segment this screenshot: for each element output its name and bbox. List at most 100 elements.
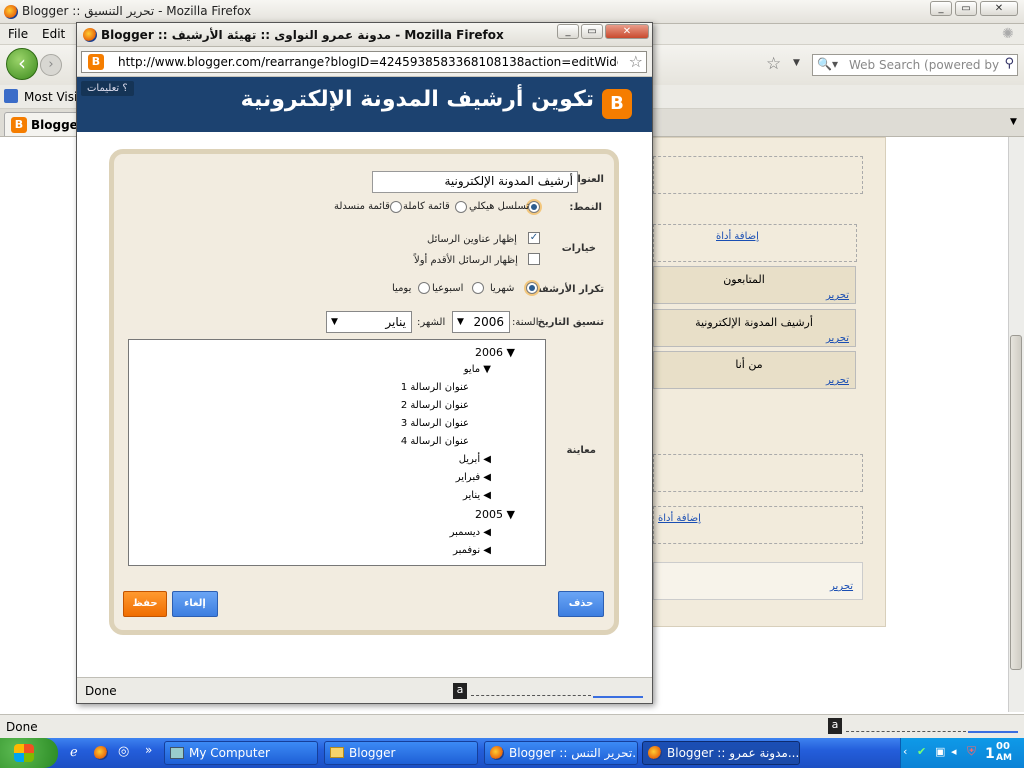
layout-slot [653,454,863,492]
month-text: أبريل [458,454,481,465]
popup-title: Blogger :: مدونة عمرو النواوى :: تهيئة ا… [101,28,504,42]
firefox-icon [648,746,662,760]
gadget-title: من أنا [735,358,763,371]
search-placeholder: Web Search (powered by Go [849,58,999,72]
frequency-label: تكرار الأرشفة [535,284,604,295]
bookmark-star-icon[interactable]: ☆ [629,52,643,71]
style-flat-list-label: قائمة كاملة [403,201,450,212]
tab-blogger[interactable]: B Blogger [4,112,84,136]
minimize-button[interactable]: _ [930,1,952,16]
preview-month-january[interactable]: ◀ يناير [463,490,491,501]
popup-maximize-button[interactable]: ▭ [581,24,603,39]
url-dropdown-icon[interactable]: ▼ [793,58,800,68]
forward-button[interactable]: › [40,54,62,76]
gadget-about-me[interactable]: من أنا تحرير [653,351,856,389]
task-blogger-layout[interactable]: Blogger :: تحرير التنس... [484,741,638,765]
ie-quicklaunch-icon[interactable]: ℯ [70,745,78,760]
style-label: النمط: [569,202,602,213]
task-my-computer[interactable]: My Computer [164,741,318,765]
computer-icon [170,747,184,759]
quicklaunch-icon[interactable]: ◎ [118,744,129,759]
month-select[interactable]: ▼ يناير [326,311,412,333]
tray-expand-icon[interactable]: ‹ [903,745,907,758]
popup-close-button[interactable]: ✕ [605,24,649,39]
preview-post[interactable]: عنوان الرسالة 2 [401,400,469,411]
frequency-monthly-radio[interactable] [526,282,538,294]
gadget-title: أرشيف المدونة الإلكترونية [695,316,813,329]
preview-post[interactable]: عنوان الرسالة 3 [401,418,469,429]
help-link[interactable]: ؟ تعليمات [81,81,134,96]
layout-slot [653,156,863,194]
task-blogger-folder[interactable]: Blogger [324,741,478,765]
chevron-down-icon: ▼ [457,317,464,327]
gadget-edit-link[interactable]: تحرير [826,375,849,386]
style-hierarchy-radio[interactable] [528,201,540,213]
preview-month-may[interactable]: ▼ مايو [464,364,491,375]
preview-month-december[interactable]: ◀ ديسمبر [450,527,491,538]
month-text: ديسمبر [449,527,481,538]
blogger-logo-icon: B [602,89,632,119]
preview-month-april[interactable]: ◀ أبريل [459,454,491,465]
popup-minimize-button[interactable]: _ [557,24,579,39]
search-engine-icon[interactable]: 🔍▾ [817,57,838,71]
close-button[interactable]: ✕ [980,1,1018,16]
gadget-followers[interactable]: المتابعون تحرير [653,266,856,304]
back-button[interactable]: ‹ [6,48,38,80]
firefox-icon [4,5,18,19]
oldest-first-label: إظهار الرسائل الأقدم أولاً [414,255,518,266]
tab-list-icon[interactable]: ▼ [1010,117,1017,127]
blogger-icon: B [11,117,27,133]
status-graph [846,718,966,732]
menu-file[interactable]: File [8,27,28,41]
task-blogger-archive[interactable]: Blogger :: مدونة عمرو... [642,741,800,765]
frequency-daily-radio[interactable] [418,282,430,294]
add-gadget-link[interactable]: إضافة أداة [658,513,701,524]
year-text: 2006 [475,346,504,359]
style-hierarchy-label: تسلسل هيكلي [469,201,530,212]
gadget-edit-link[interactable]: تحرير [826,333,849,344]
cancel-button[interactable]: إلغاء [172,591,218,617]
show-titles-checkbox[interactable]: ✓ [528,232,540,244]
windows-taskbar: ℯ ◎ » My Computer Blogger Blogger :: تحر… [0,738,1024,768]
most-visited-icon [4,89,18,103]
delete-button[interactable]: حذف [558,591,604,617]
quicklaunch-more-icon[interactable]: » [145,743,152,757]
preview-year-2005[interactable]: ▼ 2005 [475,508,515,521]
network-icon[interactable]: ▣ [935,745,945,758]
scrollbar-thumb[interactable] [1010,335,1022,670]
gadget-edit-link[interactable]: تحرير [826,290,849,301]
tray-app-icon[interactable]: ✔ [917,745,926,758]
preview-post[interactable]: عنوان الرسالة 1 [401,382,469,393]
oldest-first-checkbox[interactable] [528,253,540,265]
style-dropdown-radio[interactable] [390,201,402,213]
frequency-weekly-radio[interactable] [472,282,484,294]
menu-edit[interactable]: Edit [42,27,65,41]
firefox-quicklaunch-icon[interactable] [94,746,108,760]
maximize-button[interactable]: ▭ [955,1,977,16]
web-search-box[interactable]: 🔍▾ Web Search (powered by Go ⚲ [812,54,1018,76]
footer-edit-link[interactable]: تحرير [830,581,853,592]
task-label: Blogger :: مدونة عمرو... [667,746,800,760]
preview-month-november[interactable]: ◀ نوفمبر [453,545,491,556]
bookmark-star-icon[interactable]: ☆ [766,54,781,74]
style-flat-list-radio[interactable] [455,201,467,213]
preview-year-2006[interactable]: ▼ 2006 [475,346,515,359]
popup-status-text: Done [85,684,117,698]
title-input[interactable]: أرشيف المدونة الإلكترونية [372,171,578,193]
save-button[interactable]: حفظ [123,591,167,617]
security-shield-icon[interactable]: ⛨ [967,744,976,759]
addon-icon[interactable]: a [828,718,842,734]
preview-month-february[interactable]: ◀ فبراير [456,472,491,483]
addon-icon[interactable]: a [453,683,467,699]
search-go-icon[interactable]: ⚲ [1004,56,1014,71]
gadget-blog-archive[interactable]: أرشيف المدونة الإلكترونية تحرير [653,309,856,347]
most-visited-link[interactable]: Most Visit [24,90,82,104]
add-gadget-slot: إضافة أداة [653,224,857,262]
volume-icon[interactable]: ◂ [951,745,957,758]
add-gadget-link[interactable]: إضافة أداة [716,231,759,242]
preview-post[interactable]: عنوان الرسالة 4 [401,436,469,447]
popup-url-field[interactable]: B http://www.blogger.com/rearrange?blogI… [81,51,647,73]
start-button[interactable] [0,738,58,768]
preview-label: معاينة [566,445,597,456]
year-select[interactable]: ▼ 2006 [452,311,510,333]
